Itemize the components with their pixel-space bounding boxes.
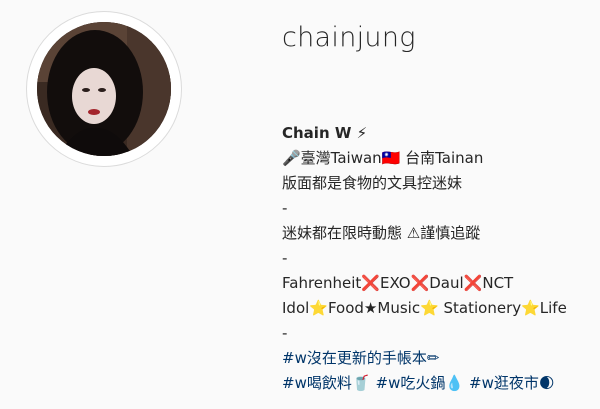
avatar[interactable] <box>37 22 171 156</box>
bio-separator: - <box>282 324 288 342</box>
bio-hashtag-row-1: #w沒在更新的手帳本✏ <box>282 346 592 371</box>
bio-line-stories-note: 迷妹都在限時動態 ⚠謹慎追蹤 <box>282 224 481 242</box>
bio-line-location: 🎤臺灣Taiwan🇹🇼 台南Tainan <box>282 149 484 167</box>
bio-line-interests: Idol⭐Food★Music⭐ Stationery⭐Life <box>282 299 567 317</box>
bio-separator: - <box>282 249 288 267</box>
profile-display-name: Chain W ⚡ <box>282 124 368 142</box>
hashtag-link-drinks[interactable]: #w喝飲料🥤 <box>282 374 371 392</box>
profile-username: chainjung <box>282 22 416 53</box>
bio-line-description: 版面都是食物的文具控迷妹 <box>282 174 463 192</box>
bio-hashtag-row-2: #w喝飲料🥤 #w吃火鍋💧 #w逛夜市🌒 <box>282 371 592 396</box>
hashtag-link-planner[interactable]: #w沒在更新的手帳本✏ <box>282 349 439 367</box>
bio-separator: - <box>282 199 288 217</box>
hashtag-link-hotpot[interactable]: #w吃火鍋💧 <box>376 374 465 392</box>
profile-bio: Chain W ⚡ 🎤臺灣Taiwan🇹🇼 台南Tainan 版面都是食物的文具… <box>282 121 592 396</box>
bio-line-fandoms: Fahrenheit❌EXO❌Daul❌NCT <box>282 274 514 292</box>
hashtag-link-night-market[interactable]: #w逛夜市🌒 <box>469 374 554 392</box>
profile-photo <box>37 22 171 156</box>
